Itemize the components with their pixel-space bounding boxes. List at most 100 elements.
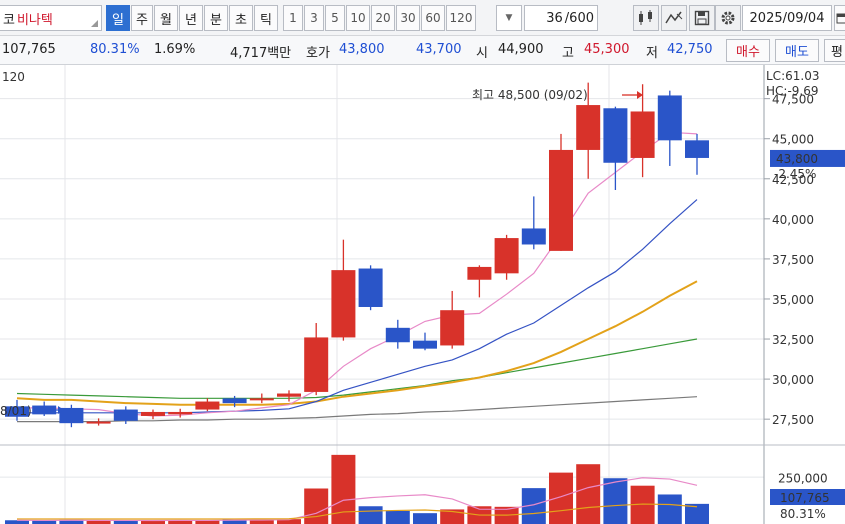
high-price: 45,300 (584, 42, 630, 57)
gear-icon[interactable] (715, 5, 741, 31)
turnover-rate: 1.69% (154, 42, 196, 57)
period-tab-4[interactable]: 분 (204, 5, 228, 31)
volume-bar-13 (358, 506, 383, 524)
interval-tab-10[interactable]: 10 (346, 5, 370, 31)
candle-count: 36 (546, 10, 563, 26)
interval-tab-30[interactable]: 30 (396, 5, 420, 31)
candle-body-10 (277, 393, 301, 397)
volume-ratio-label: 80.31% (780, 507, 826, 521)
candle-body-25 (685, 140, 709, 158)
period-tab-5[interactable]: 초 (229, 5, 253, 31)
candle-body-15 (413, 340, 437, 349)
candle-body-16 (440, 310, 465, 346)
sell-button[interactable]: 매도 (775, 39, 819, 62)
date-field[interactable]: 2025/09/04 (742, 5, 832, 31)
lc-label: LC:61.03 (766, 69, 819, 83)
open-label: 시 (476, 46, 488, 61)
period-tab-1[interactable]: 주 (131, 5, 153, 31)
volume-bar-20 (549, 472, 573, 524)
period-tab-6[interactable]: 틱 (254, 5, 278, 31)
volume-bar-11 (304, 488, 329, 524)
period-tab-2[interactable]: 월 (154, 5, 178, 31)
y-tick-label-3: 40,000 (772, 213, 814, 227)
low-price: 42,750 (667, 42, 713, 57)
period-tab-0[interactable]: 일 (106, 5, 130, 31)
low-annotation: 8/01) (0, 404, 32, 418)
candle-body-24 (657, 95, 682, 141)
volume-bar-1 (32, 520, 57, 524)
y-tick-label-6: 32,500 (772, 333, 814, 347)
bid-price: 43,700 (416, 42, 462, 57)
y-tick-label-8: 27,500 (772, 413, 814, 427)
corner-triangle-icon (91, 20, 98, 27)
period-tab-3[interactable]: 년 (179, 5, 203, 31)
volume-bar-14 (385, 510, 410, 524)
candle-count-field[interactable]: 36/600 (524, 5, 598, 31)
price-chart[interactable]: 47,50045,00042,50040,00037,50035,00032,5… (0, 65, 845, 524)
interval-tab-120[interactable]: 120 (446, 5, 476, 31)
save-icon[interactable] (689, 5, 715, 31)
y-tick-label-1: 45,000 (772, 133, 814, 147)
hc-label: HC:-9.69 (766, 84, 819, 98)
ask-label: 호가 (306, 46, 330, 61)
volume-value: 107,765 (2, 42, 56, 57)
candle-type-icon[interactable] (633, 5, 659, 31)
stock-chart-window: 코 비나텍 ▼ 36/600 2025/09/04 일주월년분초틱13510 2… (0, 0, 845, 524)
extra-label: 평 (831, 45, 843, 60)
date-value: 2025/09/04 (749, 10, 825, 26)
high-label: 고 (562, 46, 574, 61)
volume-ratio: 80.31% (90, 42, 140, 57)
candle-count-total: /600 (564, 10, 594, 26)
volume-bar-15 (413, 513, 437, 524)
y-tick-label-4: 37,500 (772, 253, 814, 267)
open-price: 44,900 (498, 42, 544, 57)
buy-label: 매수 (736, 45, 760, 60)
volume-bar-21 (576, 464, 601, 524)
candle-body-6 (168, 411, 193, 415)
dropdown-arrow-icon: ▼ (505, 13, 513, 23)
candle-body-17 (467, 266, 492, 280)
candle-body-23 (630, 111, 655, 158)
ma-period-label: 120 (2, 70, 25, 84)
candle-body-21 (576, 105, 601, 150)
candle-body-12 (331, 270, 356, 338)
buy-button[interactable]: 매수 (726, 39, 770, 62)
quote-bar: 107,765 80.31% 1.69% 4,717백만 호가 43,800 4… (0, 36, 845, 65)
y-tick-label-7: 30,000 (772, 373, 814, 387)
line-tool-icon[interactable] (661, 5, 687, 31)
interval-tab-3[interactable]: 3 (304, 5, 324, 31)
candle-body-18 (494, 238, 519, 274)
volume-bar-22 (603, 478, 628, 524)
candle-body-14 (385, 327, 410, 343)
sell-label: 매도 (785, 45, 809, 60)
candle-body-11 (304, 337, 329, 392)
candle-body-22 (603, 108, 628, 163)
change-percent-label: -2.45% (774, 167, 816, 181)
candle-body-8 (222, 398, 247, 404)
low-label: 저 (646, 46, 658, 61)
volume-bar-25 (685, 503, 709, 524)
volume-tick-label: 250,000 (778, 471, 828, 485)
market-prefix: 코 (3, 12, 15, 28)
interval-tab-60[interactable]: 60 (421, 5, 445, 31)
interval-tab-5[interactable]: 5 (325, 5, 345, 31)
stock-name-field[interactable]: 코 비나텍 (0, 5, 102, 31)
candle-body-20 (549, 149, 573, 251)
calendar-button[interactable] (834, 5, 845, 31)
interval-tab-20[interactable]: 20 (371, 5, 395, 31)
interval-dropdown[interactable]: ▼ (496, 5, 522, 31)
chart-toolbar: 코 비나텍 ▼ 36/600 2025/09/04 일주월년분초틱13510 2… (0, 0, 845, 36)
volume-current-label: 107,765 (780, 491, 830, 505)
volume-bar-5 (141, 520, 165, 524)
current-price-label: 43,800 (776, 152, 818, 166)
candle-body-7 (195, 401, 220, 410)
y-tick-label-5: 35,000 (772, 293, 814, 307)
candle-body-19 (521, 228, 546, 245)
candle-body-5 (141, 411, 165, 416)
candle-body-9 (249, 398, 274, 401)
volume-bar-24 (657, 494, 682, 524)
candle-body-3 (86, 421, 111, 424)
stock-name: 비나텍 (16, 12, 53, 28)
interval-tab-1[interactable]: 1 (283, 5, 303, 31)
extra-button[interactable]: 평 (824, 39, 845, 62)
